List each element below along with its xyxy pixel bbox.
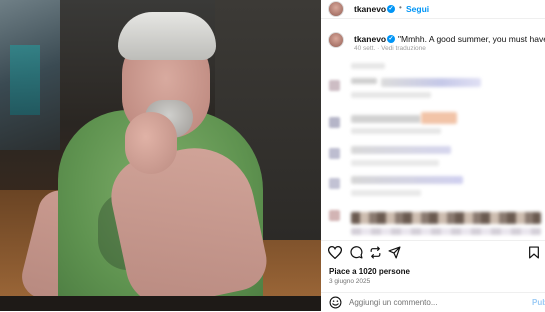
blurred-comment-line: [351, 160, 439, 166]
comment-input[interactable]: Aggiungi un commento...: [349, 298, 438, 307]
heart-icon[interactable]: [328, 246, 342, 259]
photo-hand: [125, 112, 177, 174]
blurred-comment-line: [351, 190, 421, 196]
blurred-comment-line: [351, 92, 431, 98]
caption-text: "Mmhh. A good summer, you must have. Yes…: [398, 34, 545, 44]
comment-icon[interactable]: [350, 246, 363, 259]
blurred-comment-avatar: [329, 80, 340, 91]
caption-avatar[interactable]: [328, 32, 344, 48]
post-header: tkanevo ✓ • Segui: [321, 0, 545, 19]
separator-dot: •: [399, 3, 402, 12]
blurred-comment-line: [351, 212, 541, 224]
blurred-comment-line: [351, 228, 541, 235]
likes-count[interactable]: Piace a 1020 persone: [329, 267, 410, 276]
follow-button[interactable]: Segui: [406, 4, 429, 14]
blurred-comment-avatar: [329, 178, 340, 189]
blurred-comment-line: [381, 78, 481, 87]
post-date[interactable]: 3 giugno 2025: [329, 278, 370, 285]
post-photo[interactable]: [0, 0, 321, 311]
send-icon[interactable]: [388, 246, 401, 259]
photo-table: [0, 296, 321, 311]
caption-username[interactable]: tkanevo: [354, 34, 386, 44]
bookmark-icon[interactable]: [528, 246, 540, 259]
blurred-comment-line: [351, 128, 441, 134]
blurred-comment-header: [351, 63, 385, 69]
repost-icon[interactable]: [369, 246, 382, 259]
emoji-icon[interactable]: [329, 296, 342, 309]
photo-hair: [118, 12, 216, 60]
blurred-comment-line: [351, 176, 463, 184]
comment-bar: Aggiungi un commento... Pub: [321, 292, 545, 312]
blurred-comment-line: [351, 115, 421, 123]
caption-meta[interactable]: 40 sett. · Vedi traduzione: [354, 45, 426, 52]
blurred-comment-avatar: [329, 148, 340, 159]
blurred-comment-avatar: [329, 210, 340, 221]
blurred-comment-line: [351, 78, 377, 84]
blurred-comment-line: [421, 112, 457, 124]
post-comment-button[interactable]: Pub: [532, 298, 545, 307]
blurred-comment-line: [351, 146, 451, 154]
photo-window-sign: [10, 45, 40, 115]
blurred-comment-avatar: [329, 117, 340, 128]
verified-badge-icon: ✓: [387, 35, 395, 43]
verified-badge-icon: ✓: [387, 5, 395, 13]
header-username[interactable]: tkanevo: [354, 4, 386, 14]
avatar[interactable]: [328, 1, 344, 17]
post-side-panel: tkanevo ✓ • Segui tkanevo ✓ "Mmhh. A goo…: [321, 0, 545, 311]
